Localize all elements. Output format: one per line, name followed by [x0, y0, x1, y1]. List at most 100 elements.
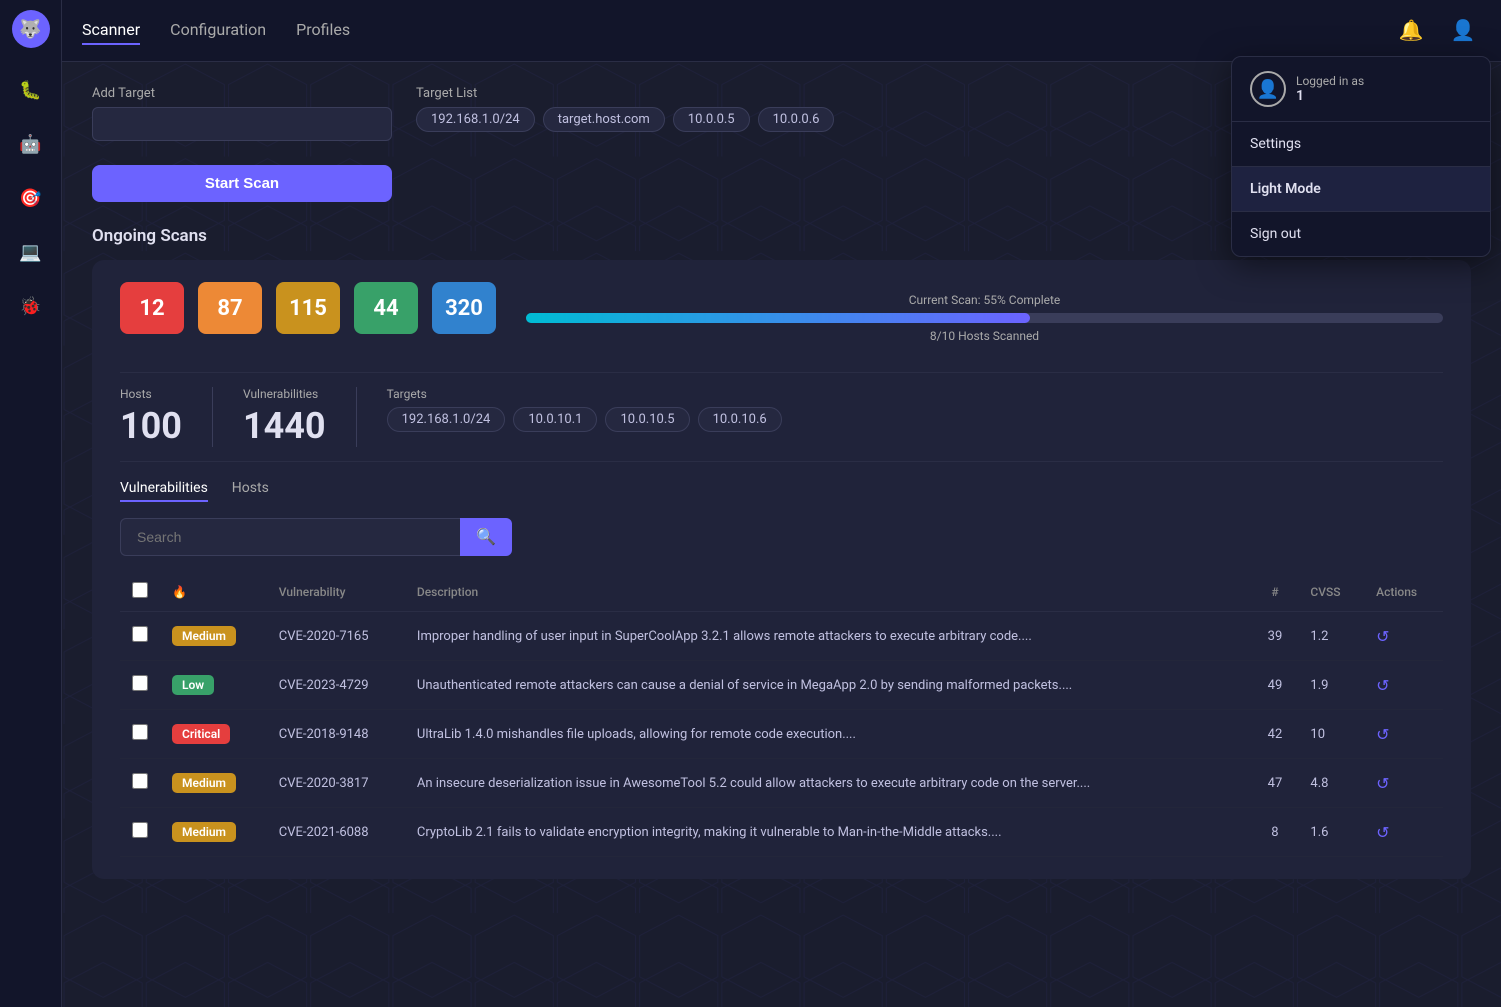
table-row: Medium CVE-2021-6088 CryptoLib 2.1 fails… — [120, 808, 1443, 857]
sidebar-item-robot[interactable]: 🤖 — [13, 126, 49, 162]
row-cvss: 1.6 — [1298, 808, 1364, 857]
row-count: 8 — [1252, 808, 1299, 857]
sidebar-item-terminal[interactable]: 💻 — [13, 234, 49, 270]
critical-badge: 12 — [120, 282, 184, 334]
row-count: 47 — [1252, 759, 1299, 808]
row-cvss: 1.9 — [1298, 661, 1364, 710]
row-checkbox-cell — [120, 612, 160, 661]
search-icon: 🔍 — [476, 529, 496, 546]
tab-profiles[interactable]: Profiles — [296, 16, 350, 45]
row-actions: ↺ — [1364, 808, 1443, 857]
search-input[interactable] — [120, 518, 460, 556]
tab-scanner[interactable]: Scanner — [82, 16, 140, 45]
user-menu-button[interactable]: 👤 — [1445, 13, 1481, 49]
row-severity-cell: Medium — [160, 808, 267, 857]
sidebar-item-bug[interactable]: 🐛 — [13, 72, 49, 108]
action-icon[interactable]: ↺ — [1376, 676, 1389, 695]
high-badge: 87 — [198, 282, 262, 334]
notifications-button[interactable]: 🔔 — [1393, 13, 1429, 49]
action-icon[interactable]: ↺ — [1376, 725, 1389, 744]
col-cvss: CVSS — [1298, 572, 1364, 612]
scan-tag-2: 10.0.10.5 — [605, 407, 689, 432]
vulns-stat-value: 1440 — [243, 405, 326, 447]
sign-out-item[interactable]: Sign out — [1232, 212, 1490, 256]
row-count: 39 — [1252, 612, 1299, 661]
target-icon: 🎯 — [19, 188, 41, 209]
row-severity-cell: Critical — [160, 710, 267, 759]
tab-hosts[interactable]: Hosts — [232, 480, 269, 502]
action-icon[interactable]: ↺ — [1376, 823, 1389, 842]
hosts-stat: Hosts 100 — [120, 387, 213, 447]
light-mode-item[interactable]: Light Mode — [1232, 167, 1490, 212]
info-badge: 320 — [432, 282, 496, 334]
dropdown-header: 👤 Logged in as 1 — [1232, 57, 1490, 122]
action-icon[interactable]: ↺ — [1376, 627, 1389, 646]
tag-3: 10.0.0.6 — [758, 107, 835, 132]
scan-target-tags: 192.168.1.0/24 10.0.10.1 10.0.10.5 10.0.… — [387, 407, 782, 432]
hosts-scanned-label: 8/10 Hosts Scanned — [526, 329, 1443, 343]
bell-icon: 🔔 — [1399, 18, 1424, 43]
sidebar-item-bug2[interactable]: 🐞 — [13, 288, 49, 324]
table-row: Critical CVE-2018-9148 UltraLib 1.4.0 mi… — [120, 710, 1443, 759]
hosts-stat-value: 100 — [120, 405, 182, 447]
sidebar: 🐺 🐛 🤖 🎯 💻 🐞 — [0, 0, 62, 1007]
targets-stat-label: Targets — [387, 387, 782, 401]
row-checkbox-4[interactable] — [132, 822, 148, 838]
col-actions: Actions — [1364, 572, 1443, 612]
settings-item[interactable]: Settings — [1232, 122, 1490, 167]
severity-badge: Medium — [172, 822, 236, 842]
row-checkbox-1[interactable] — [132, 675, 148, 691]
row-description: Improper handling of user input in Super… — [405, 612, 1252, 661]
scan-tag-1: 10.0.10.1 — [513, 407, 597, 432]
row-checkbox-2[interactable] — [132, 724, 148, 740]
row-description: CryptoLib 2.1 fails to validate encrypti… — [405, 808, 1252, 857]
start-scan-button[interactable]: Start Scan — [92, 165, 392, 202]
action-icon[interactable]: ↺ — [1376, 774, 1389, 793]
row-checkbox-cell — [120, 808, 160, 857]
scan-tag-3: 10.0.10.6 — [698, 407, 782, 432]
progress-label: Current Scan: 55% Complete — [526, 293, 1443, 307]
row-count: 42 — [1252, 710, 1299, 759]
table-row: Medium CVE-2020-3817 An insecure deseria… — [120, 759, 1443, 808]
row-severity-cell: Low — [160, 661, 267, 710]
row-description: Unauthenticated remote attackers can cau… — [405, 661, 1252, 710]
row-checkbox-3[interactable] — [132, 773, 148, 789]
search-button[interactable]: 🔍 — [460, 518, 512, 556]
hosts-stat-label: Hosts — [120, 387, 182, 401]
nav-tabs: Scanner Configuration Profiles — [82, 16, 1393, 45]
severity-badge: Medium — [172, 773, 236, 793]
vulnerabilities-table: 🔥 Vulnerability Description # CVSS Actio… — [120, 572, 1443, 857]
row-description: An insecure deserialization issue in Awe… — [405, 759, 1252, 808]
user-dropdown: 👤 Logged in as 1 Settings Light Mode Sig… — [1231, 56, 1491, 257]
bug-icon: 🐛 — [19, 80, 41, 101]
add-target-input[interactable] — [92, 107, 392, 141]
dropdown-user-icon: 👤 — [1250, 71, 1286, 107]
app-logo[interactable]: 🐺 — [12, 10, 50, 48]
row-checkbox-cell — [120, 759, 160, 808]
terminal-icon: 💻 — [19, 242, 41, 263]
row-count: 49 — [1252, 661, 1299, 710]
row-checkbox-0[interactable] — [132, 626, 148, 642]
severity-badge: Low — [172, 675, 214, 695]
col-fire: 🔥 — [160, 572, 267, 612]
row-cve: CVE-2020-3817 — [267, 759, 405, 808]
col-count: # — [1252, 572, 1299, 612]
severity-badge: Medium — [172, 626, 236, 646]
col-vulnerability: Vulnerability — [267, 572, 405, 612]
table-row: Low CVE-2023-4729 Unauthenticated remote… — [120, 661, 1443, 710]
table-row: Medium CVE-2020-7165 Improper handling o… — [120, 612, 1443, 661]
severity-badges: 12 87 115 44 320 — [120, 282, 496, 334]
login-info: Logged in as 1 — [1296, 74, 1364, 104]
target-list-block: Target List 192.168.1.0/24 target.host.c… — [416, 86, 834, 132]
scan-card: 12 87 115 44 320 Current Scan: 55% Compl… — [92, 260, 1471, 879]
select-all-checkbox[interactable] — [132, 582, 148, 598]
sidebar-item-target[interactable]: 🎯 — [13, 180, 49, 216]
badges-and-progress: 12 87 115 44 320 Current Scan: 55% Compl… — [120, 282, 1443, 354]
tab-vulnerabilities[interactable]: Vulnerabilities — [120, 480, 208, 502]
topbar-right: 🔔 👤 — [1393, 13, 1481, 49]
targets-stat: Targets 192.168.1.0/24 10.0.10.1 10.0.10… — [387, 387, 812, 432]
tab-configuration[interactable]: Configuration — [170, 16, 266, 45]
scan-stats: Hosts 100 Vulnerabilities 1440 Targets 1… — [120, 372, 1443, 462]
row-actions: ↺ — [1364, 661, 1443, 710]
tag-0: 192.168.1.0/24 — [416, 107, 535, 132]
